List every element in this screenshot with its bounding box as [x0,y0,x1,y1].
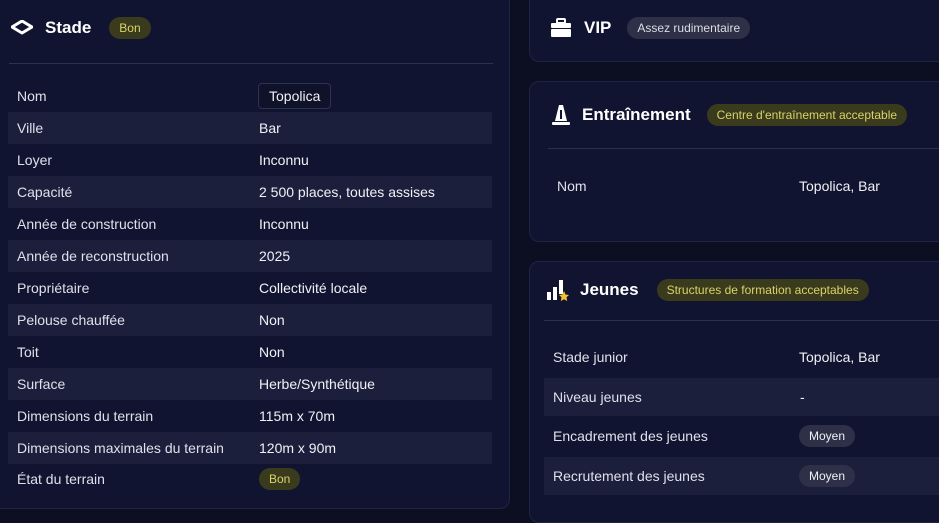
stade-row-loyer: Loyer Inconnu [8,144,492,176]
jeunes-title: Jeunes [580,280,639,299]
stade-row-ville: Ville Bar [8,112,492,144]
vip-briefcase-icon [550,17,572,39]
jeunes-row-recrutement: Recrutement des jeunes Moyen [544,457,939,495]
pitch-condition-badge: Bon [259,468,301,490]
stadium-icon [11,18,33,38]
stade-row-proprietaire: Propriétaire Collectivité locale [8,272,492,304]
row-value: Topolica, Bar [799,178,880,194]
entrainement-divider [548,148,939,149]
stade-row-surface: Surface Herbe/Synthétique [8,368,492,400]
row-value: Topolica, Bar [799,349,880,365]
entrainement-status-badge: Centre d'entraînement acceptable [706,104,908,126]
entrainement-header: Entraînement Centre d'entraînement accep… [550,104,908,126]
stade-row-etat-terrain: État du terrain Bon [8,464,492,494]
row-value: 115m x 70m [259,408,335,424]
row-label: Stade junior [553,349,628,365]
row-label: Pelouse chauffée [17,312,125,328]
stade-row-nom: Nom Topolica [8,80,492,112]
jeunes-divider [544,320,939,321]
stade-row-capacite: Capacité 2 500 places, toutes assises [8,176,492,208]
vip-card: VIP Assez rudimentaire [529,0,939,62]
row-label: Niveau jeunes [553,389,642,405]
stade-row-toit: Toit Non [8,336,492,368]
jeunes-status-badge: Structures de formation acceptables [656,279,869,301]
row-label: Dimensions maximales du terrain [17,440,224,456]
entrainement-title: Entraînement [582,105,691,124]
vip-header: VIP Assez rudimentaire [550,17,751,39]
row-label: Surface [17,376,66,392]
entrainement-row-nom: Nom Topolica, Bar [548,170,939,202]
row-label: Dimensions du terrain [17,408,154,424]
row-label: Encadrement des jeunes [553,428,708,444]
row-value: 120m x 90m [259,440,337,456]
coaching-level-badge: Moyen [799,425,856,447]
recruitment-level-badge: Moyen [799,465,856,487]
row-label: Année de reconstruction [17,248,169,264]
stade-row-annee-construction: Année de construction Inconnu [8,208,492,240]
row-label: Recrutement des jeunes [553,468,705,484]
row-label: Toit [17,344,39,360]
row-value: Bar [259,120,281,136]
vip-status-badge: Assez rudimentaire [627,17,751,39]
jeunes-card: Jeunes Structures de formation acceptabl… [529,261,939,523]
jeunes-header: Jeunes Structures de formation acceptabl… [546,278,869,302]
row-value: Inconnu [259,216,309,232]
stade-status-badge: Bon [109,17,151,39]
stade-title: Stade [45,18,92,37]
entrainement-card: Entraînement Centre d'entraînement accep… [529,81,939,242]
row-label: Loyer [17,152,53,168]
stade-row-pelouse-chauffee: Pelouse chauffée Non [8,304,492,336]
jeunes-row-niveau: Niveau jeunes - [544,378,939,416]
stade-header: Stade Bon [11,17,151,39]
jeunes-row-stade-junior: Stade junior Topolica, Bar [544,341,939,373]
stade-row-dimensions-max: Dimensions maximales du terrain 120m x 9… [8,432,492,464]
row-value: Non [259,312,285,328]
row-label: Ville [17,120,44,136]
row-value: Herbe/Synthétique [259,376,375,392]
stade-row-dimensions: Dimensions du terrain 115m x 70m [8,400,492,432]
row-value: Collectivité locale [259,280,368,296]
jeunes-row-encadrement: Encadrement des jeunes Moyen [544,418,939,454]
stade-divider [9,63,493,64]
row-label: Nom [557,178,587,194]
row-label: Propriétaire [17,280,90,296]
row-value: 2 500 places, toutes assises [259,184,435,200]
stade-row-annee-reconstruction: Année de reconstruction 2025 [8,240,492,272]
training-cone-icon [550,104,572,126]
row-label: Année de construction [17,216,157,232]
row-value: Non [259,344,285,360]
row-label: Capacité [17,184,73,200]
vip-title: VIP [584,18,612,37]
row-label: Nom [17,88,47,104]
stadium-name-value: Topolica [258,83,332,109]
row-label: État du terrain [17,471,105,487]
row-value: - [800,389,805,405]
youth-chart-star-icon [546,278,570,302]
row-value: 2025 [259,248,291,264]
row-value: Inconnu [259,152,309,168]
